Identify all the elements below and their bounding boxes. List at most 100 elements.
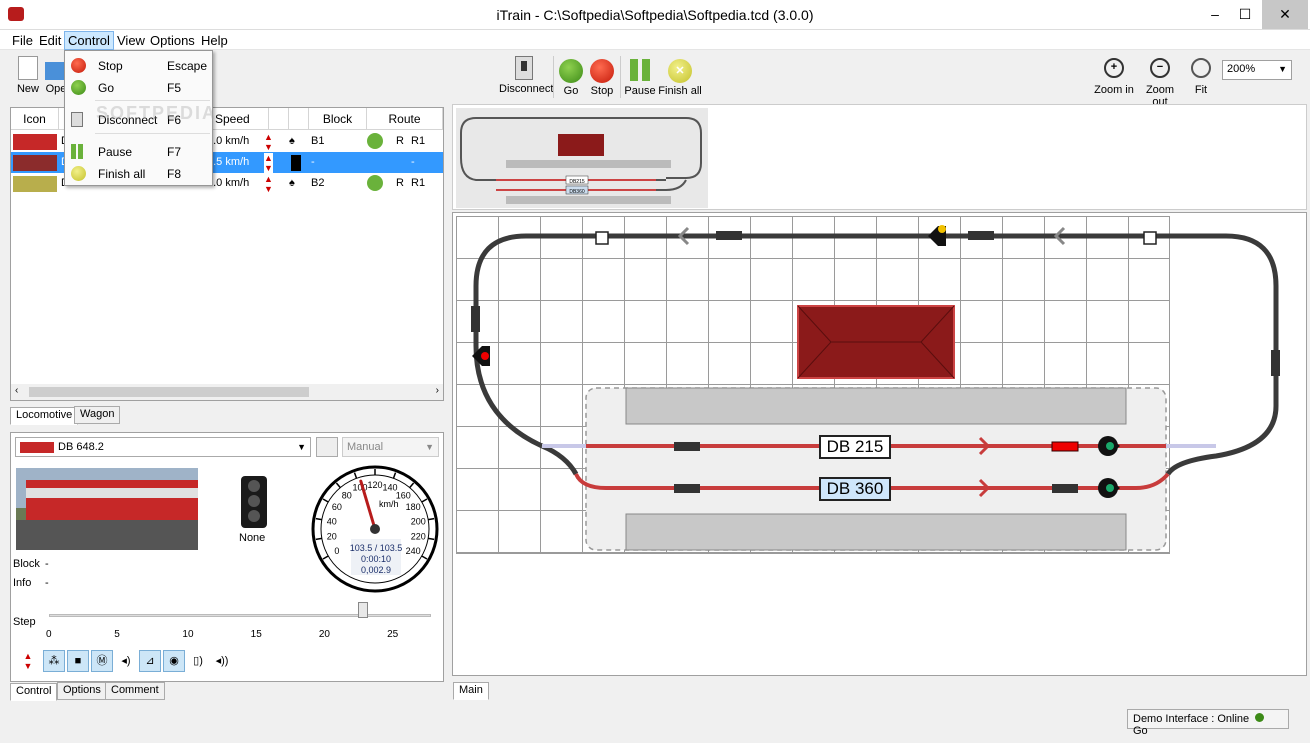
speed-tick (315, 517, 322, 521)
direction-icon[interactable]: ▲ ▼ (264, 132, 273, 153)
direction-toggle-icon[interactable]: ▲ ▼ (17, 650, 39, 672)
slider-thumb[interactable] (357, 602, 368, 618)
block-label: Block (13, 558, 40, 570)
green-light-icon (71, 80, 86, 95)
tab-locomotive[interactable]: Locomotive (10, 407, 79, 425)
tab-options[interactable]: Options (57, 682, 107, 700)
col-dir-header[interactable] (269, 108, 289, 130)
layout-editor[interactable]: DB 215 DB 360 (452, 212, 1307, 676)
status-state: Go (1133, 725, 1148, 737)
step-ticks: 0 5 10 15 20 25 (46, 629, 431, 643)
col-block-header[interactable]: Block (309, 108, 367, 130)
layout-overview[interactable]: DB215 DB360 (452, 104, 1307, 210)
block-value: - (45, 558, 49, 570)
chevron-down-icon: ▼ (297, 442, 306, 452)
scrollbar-thumb[interactable] (29, 387, 309, 397)
menu-file[interactable]: File (9, 32, 36, 49)
scroll-right-icon[interactable]: › (436, 385, 439, 396)
zoom-select[interactable]: 200% ▼ (1222, 60, 1292, 80)
function-truck-icon[interactable]: ■ (67, 650, 89, 672)
block-label-db215[interactable]: DB 215 (819, 435, 891, 459)
direction-icon[interactable]: ▲ ▼ (264, 174, 273, 195)
function-graph-icon[interactable]: ⊿ (139, 650, 161, 672)
finish-all-toolbar-button[interactable]: ✕ Finish all (658, 56, 702, 97)
col-signal-header[interactable] (289, 108, 309, 130)
chevron-down-icon: ▼ (1278, 64, 1287, 74)
close-button[interactable]: ✕ (1262, 0, 1308, 29)
pause-icon (71, 144, 83, 159)
zoom-out-button[interactable]: − Zoom out (1137, 56, 1183, 108)
speed-tick-label: 60 (332, 502, 342, 512)
col-route-header[interactable]: Route (367, 108, 443, 130)
green-light-icon (559, 59, 583, 83)
pause-icon (630, 59, 650, 81)
step-slider[interactable] (49, 602, 431, 620)
menu-item-go[interactable]: Go F5 (65, 77, 212, 97)
overview-block-label: DB215 (569, 179, 585, 185)
scroll-left-icon[interactable]: ‹ (15, 385, 18, 396)
speed-tick (315, 537, 322, 541)
zoom-in-button[interactable]: + Zoom in (1094, 56, 1134, 96)
signal-icon (291, 155, 301, 171)
fit-icon (1191, 58, 1211, 78)
status-bar: Demo Interface : Online Go (1127, 709, 1289, 737)
disconnect-toolbar-button[interactable]: Disconnect (499, 56, 553, 95)
loco-select[interactable]: DB 648.2 ▼ (15, 437, 311, 457)
finish-icon: ✕ (668, 59, 692, 83)
mode-toggle-button[interactable] (316, 437, 338, 457)
menu-item-stop[interactable]: Stop Escape (65, 55, 212, 75)
tab-main[interactable]: Main (453, 682, 489, 700)
menu-view[interactable]: View (114, 32, 148, 49)
chevron-down-icon: ▼ (425, 442, 434, 452)
loco-thumbnail (20, 442, 54, 453)
step-tick-label: 5 (114, 629, 120, 640)
speed-tick-label: 20 (327, 532, 337, 542)
loco-thumbnail (13, 134, 57, 150)
tab-control[interactable]: Control (10, 683, 58, 701)
step-tick-label: 20 (318, 629, 330, 640)
speedometer: 020406080100 120 140160180200220240 km/h 1… (311, 465, 439, 593)
red-light-icon (590, 59, 614, 83)
minimize-button[interactable]: – (1200, 0, 1230, 29)
function-lights-icon[interactable]: ⁂ (43, 650, 65, 672)
menu-item-pause[interactable]: Pause F7 (65, 141, 212, 161)
col-icon-header[interactable]: Icon (11, 108, 59, 130)
menu-item-finish-all[interactable]: Finish all F8 (65, 163, 212, 183)
step-label: Step (13, 616, 36, 628)
play-icon[interactable] (367, 133, 383, 149)
menu-options[interactable]: Options (147, 32, 198, 49)
step-tick-label: 10 (182, 629, 194, 640)
speed-tick-label: 0 (334, 546, 339, 556)
pause-toolbar-button[interactable]: Pause (624, 56, 656, 97)
slider-track (49, 614, 431, 617)
maximize-button[interactable]: ☐ (1230, 0, 1260, 29)
function-sound-icon[interactable]: ◉ (163, 650, 185, 672)
new-button[interactable]: New (14, 56, 42, 95)
speed-tick (428, 517, 435, 521)
speed-tick (428, 537, 435, 541)
menu-edit[interactable]: Edit (36, 32, 64, 49)
tab-wagon[interactable]: Wagon (74, 406, 121, 424)
menu-help[interactable]: Help (198, 32, 231, 49)
go-toolbar-button[interactable]: Go (557, 56, 585, 97)
function-motor-icon[interactable]: Ⓜ (91, 650, 113, 672)
connection-status: Demo Interface : Online (1133, 713, 1250, 725)
stop-toolbar-button[interactable]: Stop (588, 56, 616, 97)
function-horn-icon[interactable]: ◂) (115, 650, 137, 672)
direction-icon[interactable]: ▲ ▼ (264, 153, 273, 174)
tab-comment[interactable]: Comment (105, 682, 165, 700)
function-speaker-icon[interactable]: ◂)) (211, 650, 233, 672)
function-radio-icon[interactable]: ▯) (187, 650, 209, 672)
signal-icon: ♠ (289, 135, 295, 147)
loco-control-panel: DB 648.2 ▼ Manual ▼ None 0 20 40 60 80 10 0 120… (10, 432, 444, 682)
horizontal-scrollbar[interactable]: ‹ › (11, 384, 443, 400)
block-label-db360[interactable]: DB 360 (819, 477, 891, 501)
watermark: SOFTPEDIA (96, 103, 218, 123)
mode-select[interactable]: Manual ▼ (342, 437, 439, 457)
fit-button[interactable]: Fit (1186, 56, 1216, 96)
title-bar: iTrain - C:\Softpedia\Softpedia\Softpedi… (0, 0, 1310, 30)
play-icon[interactable] (367, 175, 383, 191)
signal-label: None (239, 532, 266, 544)
speed-tick-label: 200 (411, 516, 426, 526)
menu-control[interactable]: Control (64, 31, 114, 50)
